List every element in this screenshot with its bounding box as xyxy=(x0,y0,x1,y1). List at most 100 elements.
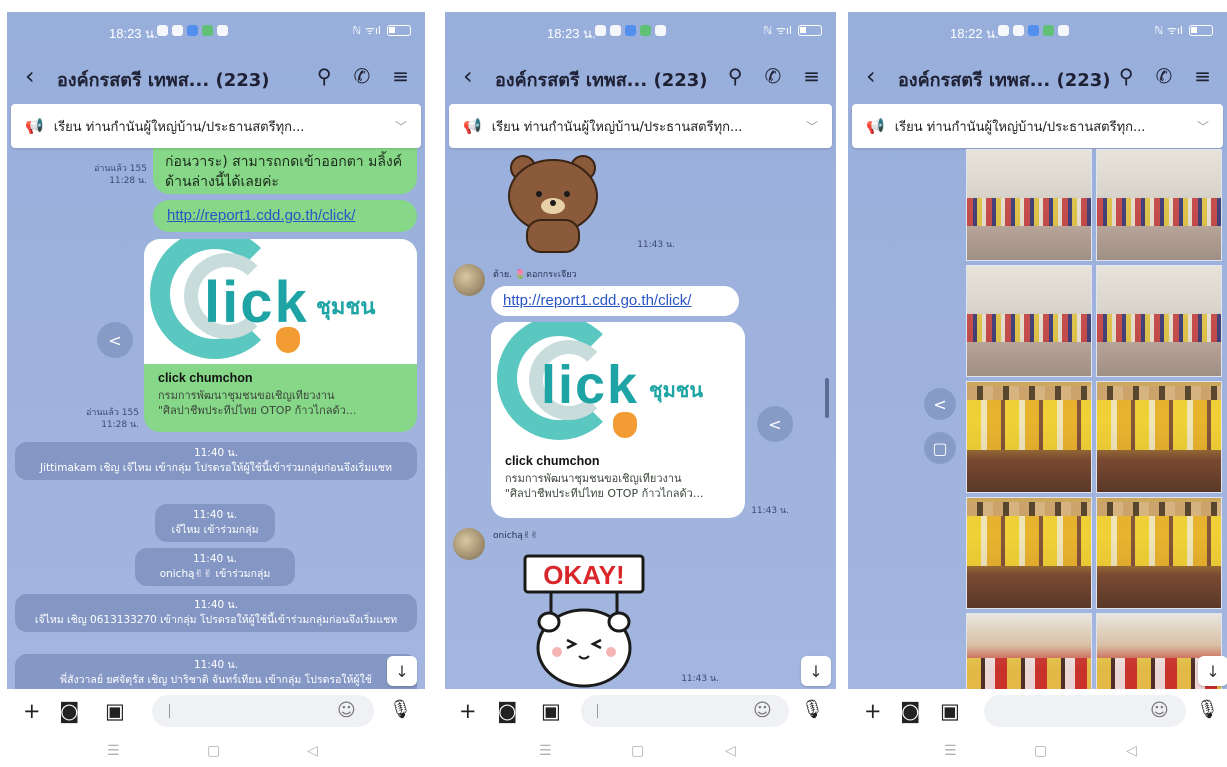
chat-header: ‹ องค์กรสตรี เทพส... (223) ⚲ ✆ ≡ xyxy=(7,56,425,96)
system-message: 11:40 น. Jittimakam เชิญ เจ๊ไหม เข้ากลุ่… xyxy=(15,442,417,481)
system-time: 11:40 น. xyxy=(193,447,239,459)
nav-menu-icon[interactable]: ☰ xyxy=(539,743,552,759)
nav-home-icon[interactable]: ▢ xyxy=(207,743,220,759)
status-time: 18:23 น. xyxy=(547,26,596,41)
photo-thumbnail[interactable] xyxy=(966,613,1092,689)
chat-screen: 18:23 น. ℕ ᯤıl ‹ องค์กรสตรี เทพส... (223… xyxy=(7,12,425,689)
system-message: 11:40 น. พี่สังวาลย์ ยศจัตุรัส เชิญ ปาริ… xyxy=(15,654,417,689)
announcement-text: เรียน ท่านกำนันผู้ใหญ่บ้าน/ประธานสตรีทุก… xyxy=(894,119,1146,135)
read-count: อ่านแล้ว 155 xyxy=(93,164,147,174)
photo-thumbnail[interactable] xyxy=(966,149,1092,261)
read-count: อ่านแล้ว 155 xyxy=(85,408,139,418)
plus-icon[interactable]: + xyxy=(459,699,477,723)
back-icon[interactable]: ‹ xyxy=(25,62,35,90)
keep-icon[interactable]: ▢ xyxy=(924,432,956,464)
nav-back-icon[interactable]: ◁ xyxy=(1126,743,1137,759)
card-image: lick ชุมชน xyxy=(144,239,417,364)
back-icon[interactable]: ‹ xyxy=(866,62,876,90)
scroll-down-icon[interactable]: ↓ xyxy=(387,656,417,686)
announcement-text: เรียน ท่านกำนันผู้ใหญ่บ้าน/ประธานสตรีทุก… xyxy=(53,119,305,135)
call-icon[interactable]: ✆ xyxy=(353,64,370,88)
scroll-down-icon[interactable]: ↓ xyxy=(1198,656,1227,686)
plus-icon[interactable]: + xyxy=(23,699,41,723)
photo-thumbnail[interactable] xyxy=(1096,497,1222,609)
nav-menu-icon[interactable]: ☰ xyxy=(944,743,957,759)
system-text: onichą✌✌ เข้าร่วมกลุ่ม xyxy=(159,568,271,581)
system-message: 11:40 น. เจ๊ไหม เชิญ 0613133270 เข้ากลุ่… xyxy=(15,594,417,633)
system-time: 11:40 น. xyxy=(193,659,239,671)
camera-icon[interactable]: ◙ xyxy=(59,699,79,723)
photo-thumbnail[interactable] xyxy=(966,265,1092,377)
search-icon[interactable]: ⚲ xyxy=(728,64,743,88)
report-link[interactable]: http://report1.cdd.go.th/click/ xyxy=(503,292,691,309)
message-text: ก่อนวาระ) สามารถกดเข้าออกตา มลิ้งค์ด้านล… xyxy=(165,154,403,191)
back-icon[interactable]: ‹ xyxy=(463,62,473,90)
system-time: 11:40 น. xyxy=(193,599,239,611)
menu-icon[interactable]: ≡ xyxy=(392,64,409,88)
announcement-bar[interactable]: 📢 เรียน ท่านกำนันผู้ใหญ่บ้าน/ประธานสตรีท… xyxy=(11,104,421,148)
menu-icon[interactable]: ≡ xyxy=(803,64,820,88)
nav-home-icon[interactable]: ▢ xyxy=(1034,743,1047,759)
nav-back-icon[interactable]: ◁ xyxy=(725,743,736,759)
scrollbar[interactable] xyxy=(825,378,829,418)
phone-panel-2: 18:23 น. ℕ ᯤıl ‹ องค์กรสตรี เทพส... (223… xyxy=(445,12,836,767)
announcement-bar[interactable]: 📢 เรียน ท่านกำนันผู้ใหญ่บ้าน/ประธานสตรีท… xyxy=(852,104,1223,148)
photo-thumbnail[interactable] xyxy=(1096,265,1222,377)
system-nav-bar: ☰ ▢ ◁ xyxy=(848,735,1227,767)
photo-thumbnail[interactable] xyxy=(966,497,1092,609)
battery-icon xyxy=(798,25,822,36)
emoji-icon[interactable]: ☺ xyxy=(337,700,356,721)
photo-thumbnail[interactable] xyxy=(966,381,1092,493)
call-icon[interactable]: ✆ xyxy=(764,64,781,88)
photo-thumbnail[interactable] xyxy=(1096,149,1222,261)
status-time: 18:23 น. xyxy=(109,26,158,41)
share-icon[interactable]: < xyxy=(924,388,956,420)
image-icon[interactable]: ▣ xyxy=(105,699,125,723)
system-nav-bar: ☰ ▢ ◁ xyxy=(445,735,836,767)
chevron-down-icon[interactable]: ﹀ xyxy=(395,118,407,135)
camera-icon[interactable]: ◙ xyxy=(900,699,920,723)
card-desc: "ศิลปาชีพประทีปไทย OTOP ก้าวไกลด้ว... xyxy=(505,486,704,500)
system-text: Jittimakam เชิญ เจ๊ไหม เข้ากลุ่ม โปรดรอใ… xyxy=(40,462,392,475)
photo-thumbnail[interactable] xyxy=(1096,381,1222,493)
announcement-bar[interactable]: 📢 เรียน ท่านกำนันผู้ใหญ่บ้าน/ประธานสตรีท… xyxy=(449,104,832,148)
notification-icons xyxy=(998,25,1069,36)
header-actions: ⚲ ✆ ≡ xyxy=(728,64,820,88)
scroll-down-icon[interactable]: ↓ xyxy=(801,656,831,686)
camera-icon[interactable]: ◙ xyxy=(497,699,517,723)
chevron-down-icon[interactable]: ﹀ xyxy=(1197,118,1209,135)
call-icon[interactable]: ✆ xyxy=(1155,64,1172,88)
chevron-down-icon[interactable]: ﹀ xyxy=(806,118,818,135)
megaphone-icon: 📢 xyxy=(866,117,885,135)
link-bubble[interactable]: http://report1.cdd.go.th/click/ xyxy=(491,286,739,316)
link-preview-card[interactable]: lick ชุมชน click chumchon กรมการพัฒนาชุม… xyxy=(491,322,745,518)
search-icon[interactable]: ⚲ xyxy=(1119,64,1134,88)
mic-icon[interactable]: 🎙 xyxy=(801,699,824,720)
plus-icon[interactable]: + xyxy=(864,699,882,723)
search-icon[interactable]: ⚲ xyxy=(317,64,332,88)
share-icon[interactable]: < xyxy=(97,322,133,358)
signal-area: ℕ ᯤıl xyxy=(353,23,411,38)
share-icon[interactable]: < xyxy=(757,406,793,442)
emoji-icon[interactable]: ☺ xyxy=(753,700,772,721)
nav-home-icon[interactable]: ▢ xyxy=(631,743,644,759)
nav-menu-icon[interactable]: ☰ xyxy=(107,743,120,759)
phone-panel-1: 18:23 น. ℕ ᯤıl ‹ องค์กรสตรี เทพส... (223… xyxy=(7,12,425,767)
avatar[interactable] xyxy=(453,528,485,560)
menu-icon[interactable]: ≡ xyxy=(1194,64,1211,88)
input-bar: + ◙ ▣ ☺ 🎙 xyxy=(848,689,1227,735)
nav-back-icon[interactable]: ◁ xyxy=(307,743,318,759)
image-icon[interactable]: ▣ xyxy=(940,699,960,723)
image-icon[interactable]: ▣ xyxy=(541,699,561,723)
link-preview-card[interactable]: lick ชุมชน click chumchon กรมการพัฒนาชุม… xyxy=(144,239,417,432)
emoji-icon[interactable]: ☺ xyxy=(1150,700,1169,721)
link-bubble[interactable]: http://report1.cdd.go.th/click/ xyxy=(153,200,417,232)
card-desc: "ศิลปาชีพประทีปไทย OTOP ก้าวไกลด้ว... xyxy=(158,403,357,417)
logo-word: lick xyxy=(204,270,309,335)
mic-icon[interactable]: 🎙 xyxy=(389,699,412,720)
avatar[interactable] xyxy=(453,264,485,296)
message-meta: อ่านแล้ว 155 11:28 น. xyxy=(65,164,147,187)
mic-icon[interactable]: 🎙 xyxy=(1196,699,1219,720)
report-link[interactable]: http://report1.cdd.go.th/click/ xyxy=(167,207,355,224)
chat-header: ‹ องค์กรสตรี เทพส... (223) ⚲ ✆ ≡ xyxy=(848,56,1227,96)
